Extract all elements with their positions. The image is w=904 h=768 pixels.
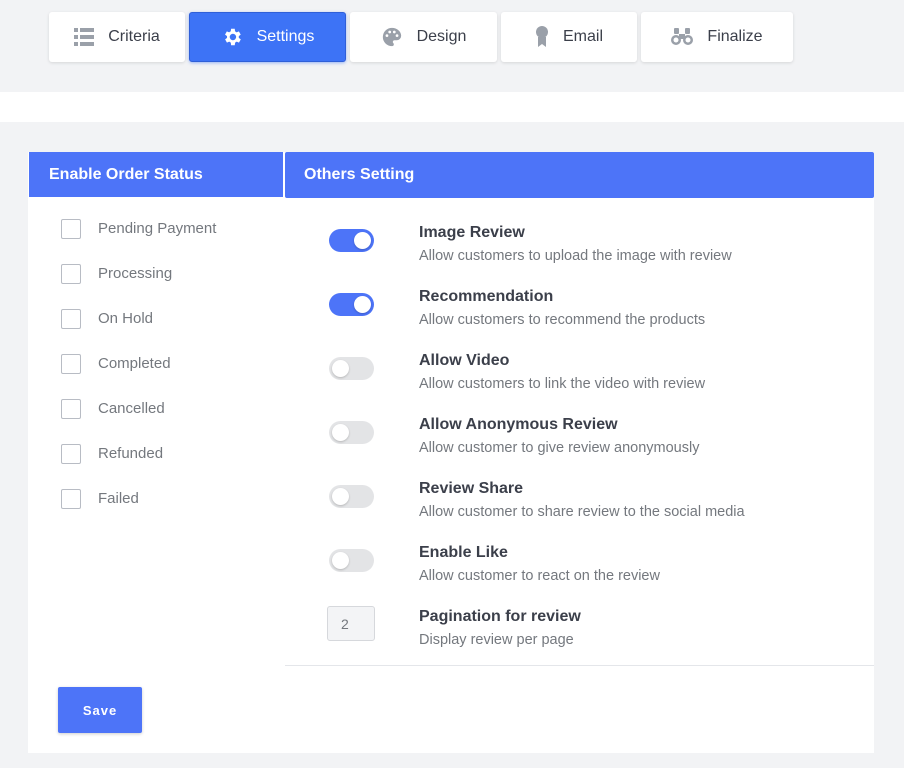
setting-description: Allow customer to react on the review: [419, 568, 660, 584]
tab-email[interactable]: Email: [501, 12, 637, 62]
tab-finalize-label: Finalize: [707, 28, 763, 45]
tab-design-label: Design: [416, 28, 467, 45]
setting-review-share: Review Share Allow customer to share rev…: [285, 480, 874, 549]
tab-design[interactable]: Design: [350, 12, 497, 62]
status-label: Failed: [98, 490, 139, 507]
status-item-completed: Completed: [61, 354, 171, 374]
status-checkbox[interactable]: [61, 489, 81, 509]
tab-criteria-label: Criteria: [108, 28, 160, 45]
setting-description: Allow customer to share review to the so…: [419, 504, 745, 520]
setting-title: Pagination for review: [419, 608, 581, 625]
setting-allow-anonymous-review: Allow Anonymous Review Allow customer to…: [285, 416, 874, 485]
tab-settings[interactable]: Settings: [189, 12, 346, 62]
recommendation-toggle[interactable]: [329, 293, 374, 316]
status-checkbox[interactable]: [61, 264, 81, 284]
save-button[interactable]: Save: [58, 687, 142, 733]
status-checkbox[interactable]: [61, 219, 81, 239]
toggle-knob: [332, 424, 349, 441]
status-label: On Hold: [98, 310, 154, 327]
others-setting-title: Others Setting: [304, 166, 415, 183]
enable-like-toggle[interactable]: [329, 549, 374, 572]
tab-settings-label: Settings: [256, 28, 315, 45]
order-status-header: Enable Order Status: [29, 152, 283, 197]
status-item-on-hold: On Hold: [61, 309, 153, 329]
setting-description: Display review per page: [419, 632, 574, 648]
setting-description: Allow customers to link the video with r…: [419, 376, 706, 392]
status-label: Completed: [98, 355, 171, 372]
palette-icon: [381, 26, 403, 48]
status-checkbox[interactable]: [61, 354, 81, 374]
setting-allow-video: Allow Video Allow customers to link the …: [285, 352, 874, 421]
tab-finalize[interactable]: Finalize: [641, 12, 793, 62]
setting-title: Allow Video: [419, 352, 510, 369]
status-label: Refunded: [98, 445, 164, 462]
setting-title: Allow Anonymous Review: [419, 416, 618, 433]
toggle-knob: [332, 488, 349, 505]
list-icon: [74, 28, 95, 46]
review-share-toggle[interactable]: [329, 485, 374, 508]
others-setting-header: Others Setting: [285, 152, 874, 198]
status-checkbox[interactable]: [61, 309, 81, 329]
status-checkbox[interactable]: [61, 444, 81, 464]
setting-image-review: Image Review Allow customers to upload t…: [285, 224, 874, 293]
toggle-knob: [354, 296, 371, 313]
allow-video-toggle[interactable]: [329, 357, 374, 380]
status-item-cancelled: Cancelled: [61, 399, 165, 419]
status-item-refunded: Refunded: [61, 444, 163, 464]
divider-strip: [0, 92, 904, 122]
setting-description: Allow customer to give review anonymousl…: [419, 440, 700, 456]
gear-icon: [221, 26, 243, 48]
setting-title: Enable Like: [419, 544, 508, 561]
toggle-knob: [332, 552, 349, 569]
binoculars-icon: [671, 28, 694, 46]
tab-email-label: Email: [562, 28, 603, 45]
pagination-input[interactable]: [327, 606, 375, 641]
order-status-title: Enable Order Status: [49, 165, 203, 183]
status-label: Cancelled: [98, 400, 165, 417]
anonymous-review-toggle[interactable]: [329, 421, 374, 444]
toggle-knob: [332, 360, 349, 377]
setting-description: Allow customers to recommend the product…: [419, 312, 706, 328]
status-item-failed: Failed: [61, 489, 139, 509]
tab-criteria[interactable]: Criteria: [49, 12, 185, 62]
setting-title: Recommendation: [419, 288, 554, 305]
status-label: Pending Payment: [98, 220, 217, 237]
award-ribbon-icon: [535, 26, 549, 48]
toggle-knob: [354, 232, 371, 249]
setting-description: Allow customers to upload the image with…: [419, 248, 732, 264]
status-checkbox[interactable]: [61, 399, 81, 419]
setting-enable-like: Enable Like Allow customer to react on t…: [285, 544, 874, 613]
setting-pagination: Pagination for review Display review per…: [285, 606, 874, 677]
status-label: Processing: [98, 265, 173, 282]
settings-divider: [285, 665, 874, 666]
image-review-toggle[interactable]: [329, 229, 374, 252]
status-item-pending-payment: Pending Payment: [61, 219, 216, 239]
setting-title: Review Share: [419, 480, 524, 497]
setting-title: Image Review: [419, 224, 525, 241]
setting-recommendation: Recommendation Allow customers to recomm…: [285, 288, 874, 357]
status-item-processing: Processing: [61, 264, 172, 284]
